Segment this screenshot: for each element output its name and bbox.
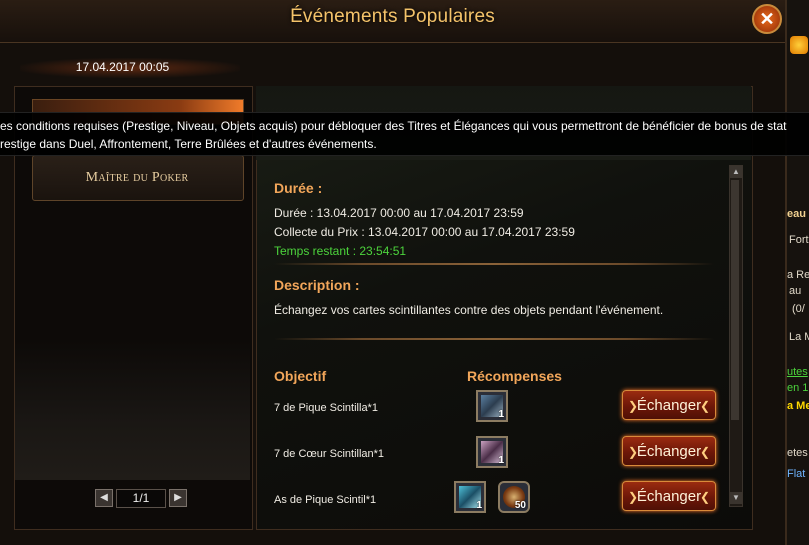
section-divider [274, 263, 714, 265]
reward-quantity: 1 [476, 500, 482, 511]
bg-text: La M [789, 331, 809, 343]
objective-column-header: Objectif [274, 368, 327, 384]
reward-quantity: 1 [498, 409, 504, 420]
bg-text: eau [787, 208, 806, 220]
bg-text: etes [787, 447, 808, 459]
reward-quantity: 50 [514, 500, 526, 511]
bg-link[interactable]: a Me [787, 396, 809, 414]
bg-link[interactable]: en 1 [787, 378, 808, 396]
events-list-backdrop [15, 340, 250, 480]
objective-text: As de Pique Scintil*1 [274, 494, 377, 506]
objective-text: 7 de Cœur Scintillan*1 [274, 448, 385, 460]
duration-heading: Durée : [274, 180, 323, 196]
bg-link[interactable]: Flat [787, 464, 805, 482]
bg-heart-icon[interactable] [790, 36, 808, 54]
event-list-item-label: Maître du Poker [85, 170, 189, 185]
section-divider [274, 338, 714, 340]
chevron-left-icon: ◀ [100, 492, 108, 503]
rewards-column-header: Récompenses [467, 368, 562, 384]
chevron-right-icon: ▶ [174, 492, 182, 503]
tooltip-line: restige dans Duel, Affrontement, Terre B… [0, 137, 377, 151]
window-title: Événements Populaires [290, 6, 495, 27]
close-icon: ✕ [759, 9, 775, 29]
reward-item[interactable]: 1 [476, 436, 508, 468]
reward-item[interactable]: 1 [476, 390, 508, 422]
scroll-up-icon[interactable]: ▲ [730, 166, 742, 178]
description-heading: Description : [274, 277, 360, 293]
objective-text: 7 de Pique Scintilla*1 [274, 402, 378, 414]
scroll-down-icon[interactable]: ▼ [730, 492, 742, 504]
pager-next-button[interactable]: ▶ [169, 489, 187, 507]
exchange-button[interactable]: Échanger [622, 390, 716, 421]
scrollbar-thumb[interactable] [731, 180, 739, 420]
reward-item[interactable]: 1 [454, 481, 486, 513]
pager-prev-button[interactable]: ◀ [95, 489, 113, 507]
bg-text: Fort [789, 234, 809, 246]
reward-item[interactable]: 50 [498, 481, 530, 513]
pager-page-field: 1/1 [116, 489, 166, 508]
reward-quantity: 1 [498, 455, 504, 466]
prize-collection-dates: Collecte du Prix : 13.04.2017 00:00 au 1… [274, 225, 575, 239]
bg-text: au [789, 285, 802, 297]
bg-text: (0/ [792, 303, 805, 315]
description-text: Échangez vos cartes scintillantes contre… [274, 303, 664, 317]
close-button[interactable]: ✕ [752, 4, 782, 34]
exchange-button[interactable]: Échanger [622, 436, 716, 467]
time-remaining: Temps restant : 23:54:51 [274, 244, 407, 258]
current-date: 17.04.2017 00:05 [75, 60, 170, 74]
duration-dates: Durée : 13.04.2017 00:00 au 17.04.2017 2… [274, 206, 524, 220]
exchange-button[interactable]: Échanger [622, 481, 716, 512]
tooltip-line: es conditions requises (Prestige, Niveau… [0, 119, 787, 133]
